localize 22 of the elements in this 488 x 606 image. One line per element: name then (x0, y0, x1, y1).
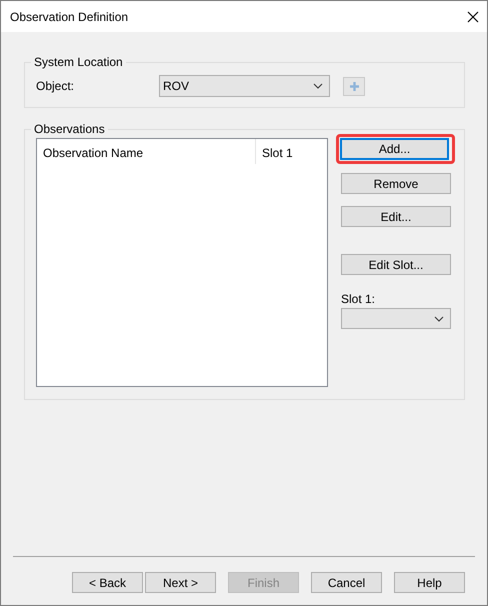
wizard-button[interactable]: < Back (72, 572, 143, 593)
wizard-button[interactable]: Cancel (311, 572, 382, 593)
group-title: Observations (33, 122, 106, 136)
chevron-icon (313, 83, 323, 89)
field-label: Slot 1: (341, 292, 376, 306)
action-button[interactable]: Edit Slot... (341, 254, 451, 275)
plus-icon (348, 80, 360, 92)
wizard-button[interactable]: Help (394, 572, 465, 593)
action-button[interactable]: Remove (341, 173, 451, 194)
chevron-icon (434, 316, 444, 322)
observation-list[interactable]: Observation Name Slot 1 (36, 138, 328, 387)
wizard-button[interactable]: Next > (145, 572, 216, 593)
close-icon[interactable] (467, 10, 479, 22)
window-title: Observation Definition (10, 10, 128, 24)
group-title: System Location (33, 55, 124, 69)
action-button[interactable]: Edit... (341, 206, 451, 227)
object-dropdown[interactable]: ROV (159, 75, 330, 97)
slot-dropdown[interactable] (341, 308, 451, 329)
field-label: Object: (36, 79, 76, 93)
column-header[interactable]: Observation Name (37, 139, 256, 164)
add-button[interactable]: Add... (340, 138, 449, 160)
column-header[interactable]: Slot 1 (256, 139, 299, 164)
